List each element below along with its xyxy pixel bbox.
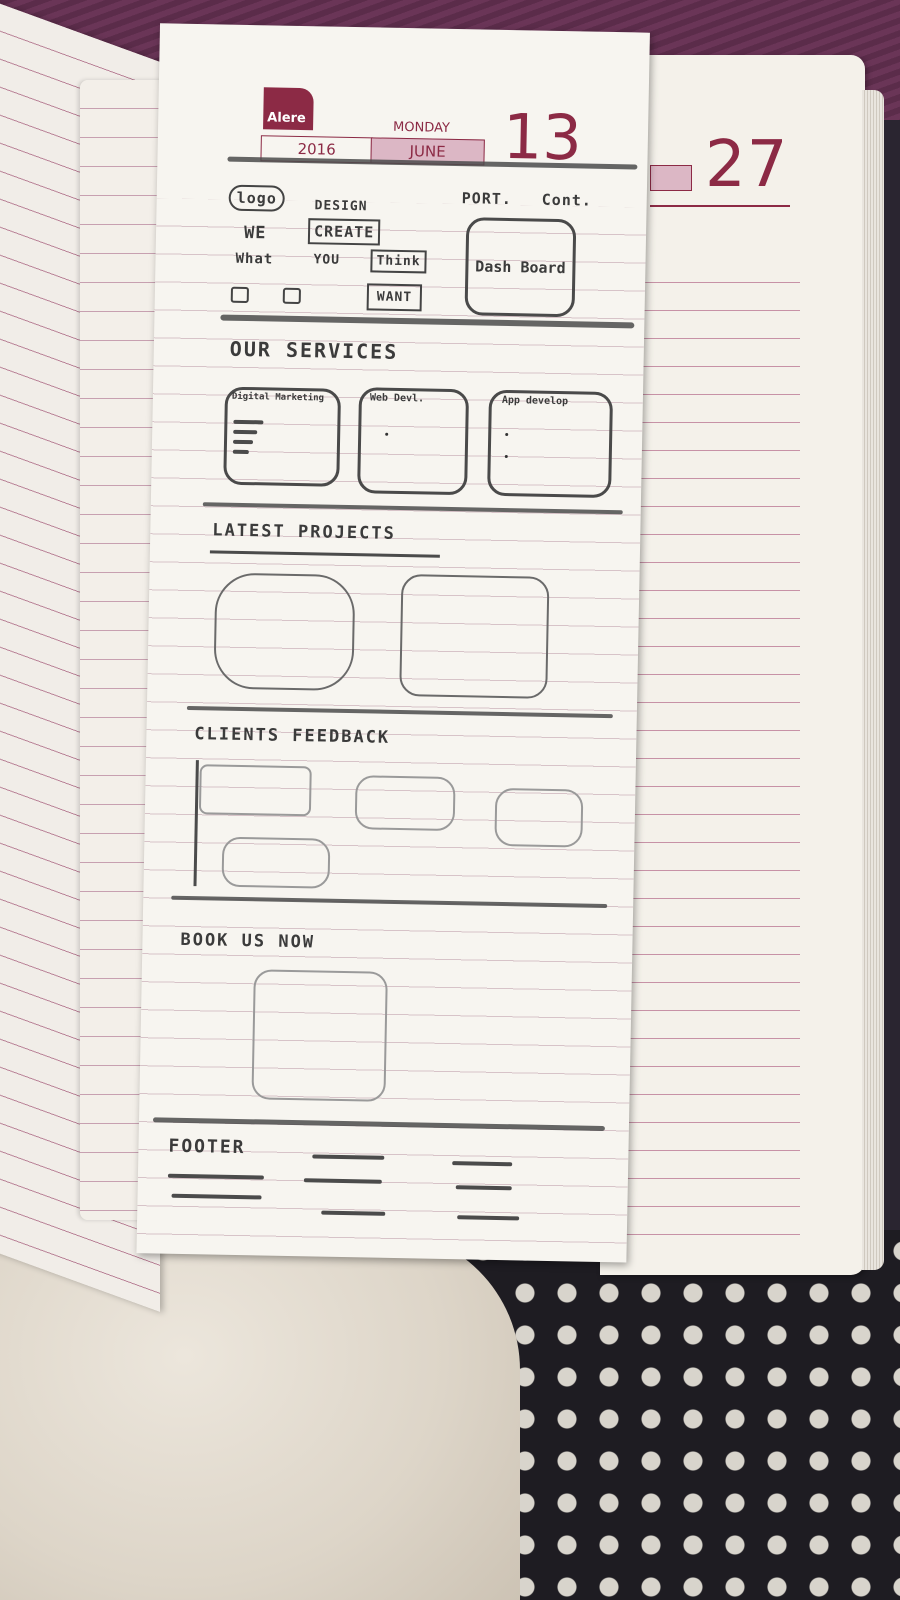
ruled-lines <box>620 255 800 1255</box>
hero-word-create: CREATE <box>307 218 381 246</box>
text-line <box>232 449 249 455</box>
bullet-dot <box>504 454 508 459</box>
text-line <box>232 439 254 445</box>
service-card-app-dev: App develop <box>487 389 614 499</box>
fluffy-blanket <box>0 1230 520 1600</box>
nav-portfolio: PORT. <box>461 189 513 209</box>
hero-word-think: Think <box>370 249 427 274</box>
hero-word-want: WANT <box>366 283 423 312</box>
service-card-title: Digital Marketing <box>231 391 325 404</box>
right-header-rule <box>650 205 790 207</box>
feedback-card <box>494 787 584 848</box>
feedback-heading: CLIENTS FEEDBACK <box>194 724 391 748</box>
service-card-digital-marketing: Digital Marketing <box>223 386 342 487</box>
hero-you: YOU <box>313 252 341 268</box>
text-line <box>233 419 264 425</box>
service-card-web-dev: Web Devl. <box>357 387 470 496</box>
photo-scene: 27 Alere 2016 MONDAY JUNE 13 logo PORT. … <box>0 0 900 1600</box>
social-icon <box>230 286 249 304</box>
weekday-label: MONDAY <box>392 119 451 136</box>
wireframe-sheet: Alere 2016 MONDAY JUNE 13 logo PORT. Con… <box>136 23 650 1263</box>
brand-logo: Alere <box>263 87 314 131</box>
notebook-page-edges <box>862 90 884 1270</box>
right-day-number: 27 <box>705 128 789 202</box>
project-thumbnail <box>213 572 356 692</box>
hero-we: WE <box>243 222 267 244</box>
hero-what: What <box>235 250 274 268</box>
services-heading: OUR SERVICES <box>229 336 399 364</box>
bullet-dot <box>505 432 509 437</box>
service-card-title: App develop <box>501 394 569 408</box>
feedback-card <box>354 775 456 832</box>
bullet-dot <box>385 432 389 436</box>
nav-contact: Cont. <box>541 190 593 210</box>
projects-heading: LATEST PROJECTS <box>212 520 397 544</box>
feedback-card <box>198 764 312 817</box>
social-icon <box>282 287 301 305</box>
dashboard-button: Dash Board <box>464 217 577 318</box>
service-card-title: Web Devl. <box>369 392 425 405</box>
hero-word-design: DESIGN <box>314 198 368 215</box>
dashboard-label: Dash Board <box>475 257 566 278</box>
footer-heading: FOOTER <box>168 1135 246 1159</box>
project-thumbnail <box>399 574 550 699</box>
feedback-card <box>221 836 331 889</box>
booking-heading: BOOK US NOW <box>180 929 316 953</box>
right-month-tab <box>650 165 692 191</box>
booking-form-box <box>251 969 388 1102</box>
text-line <box>233 429 258 435</box>
sketch-logo: logo <box>228 184 286 212</box>
